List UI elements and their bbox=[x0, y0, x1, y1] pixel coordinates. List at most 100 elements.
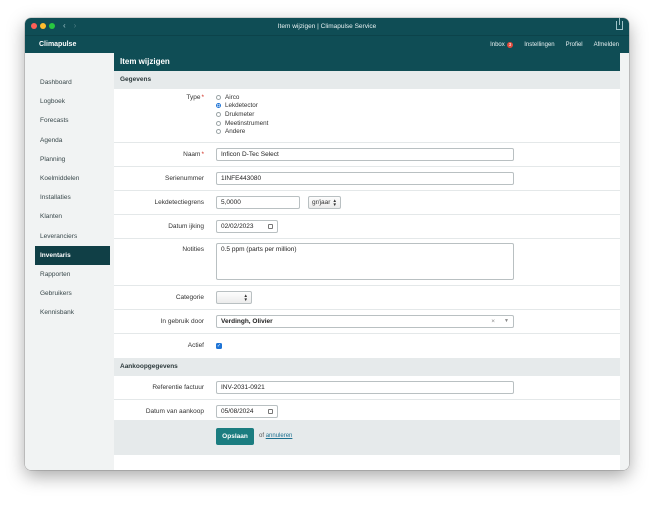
nav-inbox[interactable]: Inbox 3 bbox=[490, 41, 514, 48]
option-label: Airco bbox=[225, 93, 240, 101]
type-option-meetinstrument[interactable]: Meetinstrument bbox=[216, 119, 268, 128]
threshold-unit-select[interactable]: gr/jaar ▲ ▼ bbox=[308, 196, 341, 209]
calendar-icon[interactable] bbox=[268, 224, 273, 229]
threshold-label: Lekdetectiegrens bbox=[154, 199, 204, 206]
calibration-date-row: Datum ijking 02/02/2023 bbox=[114, 215, 620, 239]
sidebar-item-agenda[interactable]: Agenda bbox=[35, 131, 110, 150]
close-window-button[interactable] bbox=[31, 23, 37, 29]
app-logo[interactable]: Climapulse bbox=[39, 41, 76, 48]
nav-logout[interactable]: Afmelden bbox=[594, 42, 619, 48]
calibration-date-input[interactable]: 02/02/2023 bbox=[216, 220, 278, 233]
radio-button[interactable] bbox=[216, 129, 221, 135]
type-option-airco[interactable]: Airco bbox=[216, 93, 268, 102]
cancel-link[interactable]: annuleren bbox=[266, 433, 293, 439]
serial-row: Serienummer 1INFE443080 bbox=[114, 167, 620, 191]
chevron-down-icon[interactable]: ▼ bbox=[504, 316, 509, 327]
notes-row: Notities 0.5 ppm (parts per million) bbox=[114, 239, 620, 286]
name-input[interactable]: Inficon D-Tec Select bbox=[216, 148, 514, 161]
in-use-by-select[interactable]: Verdingh, Olivier × ▼ bbox=[216, 315, 514, 328]
select-arrows-icon: ▲ ▼ bbox=[243, 293, 248, 302]
required-marker: * bbox=[201, 94, 204, 101]
notes-label: Notities bbox=[182, 246, 204, 253]
forward-arrow-icon[interactable]: › bbox=[74, 21, 77, 30]
calibration-date-label: Datum ijking bbox=[168, 223, 204, 230]
invoice-ref-input[interactable]: INV-2031-0921 bbox=[216, 381, 514, 394]
notes-textarea[interactable]: 0.5 ppm (parts per million) bbox=[216, 243, 514, 280]
active-checkbox[interactable]: ✓ bbox=[216, 343, 222, 349]
option-label: Lekdetector bbox=[225, 102, 258, 110]
type-option-drukmeter[interactable]: Drukmeter bbox=[216, 110, 268, 119]
nav-inbox-label: Inbox bbox=[490, 41, 505, 48]
app-window: ‹ › Item wijzigen | Climapulse Service C… bbox=[25, 18, 629, 470]
purchase-date-input[interactable]: 05/08/2024 bbox=[216, 405, 278, 418]
sidebar-item-logboek[interactable]: Logboek bbox=[35, 92, 110, 111]
section-header-purchase: Aankoopgegevens bbox=[114, 358, 620, 376]
minimize-window-button[interactable] bbox=[40, 23, 46, 29]
threshold-unit-value: gr/jaar bbox=[312, 199, 331, 206]
window-controls bbox=[31, 23, 55, 29]
page-title: Item wijzigen bbox=[114, 53, 620, 71]
invoice-ref-row: Referentie factuur INV-2031-0921 bbox=[114, 376, 620, 400]
select-arrows-icon: ▲ ▼ bbox=[332, 198, 337, 207]
required-marker: * bbox=[201, 151, 204, 158]
window-title: Item wijzigen | Climapulse Service bbox=[277, 23, 377, 30]
category-label: Categorie bbox=[175, 294, 204, 301]
serial-input[interactable]: 1INFE443080 bbox=[216, 172, 514, 185]
nav-profile[interactable]: Profiel bbox=[566, 42, 583, 48]
back-arrow-icon[interactable]: ‹ bbox=[63, 21, 66, 30]
zoom-window-button[interactable] bbox=[49, 23, 55, 29]
sidebar-item-installaties[interactable]: Installaties bbox=[35, 188, 110, 207]
sidebar-item-dashboard[interactable]: Dashboard bbox=[35, 73, 110, 92]
in-use-by-label: In gebruik door bbox=[160, 318, 204, 325]
radio-button[interactable] bbox=[216, 94, 221, 100]
serial-label: Serienummer bbox=[164, 175, 204, 182]
option-label: Drukmeter bbox=[225, 110, 255, 118]
clear-icon[interactable]: × bbox=[491, 316, 495, 327]
type-option-andere[interactable]: Andere bbox=[216, 127, 268, 136]
type-label: Type* bbox=[186, 94, 204, 101]
cancel-prefix: of bbox=[259, 433, 265, 439]
inbox-count-badge: 3 bbox=[506, 41, 514, 48]
save-button[interactable]: Opslaan bbox=[216, 428, 254, 445]
sidebar: Dashboard Logboek Forecasts Agenda Plann… bbox=[35, 73, 110, 322]
purchase-date-value: 05/08/2024 bbox=[221, 408, 254, 415]
name-row: Naam* Inficon D-Tec Select bbox=[114, 143, 620, 167]
type-radio-group: Airco Lekdetector Drukmeter Meetinstrume… bbox=[216, 93, 268, 136]
active-label: Actief bbox=[187, 342, 204, 349]
top-nav: Inbox 3 Instellingen Profiel Afmelden bbox=[490, 41, 619, 48]
sidebar-item-planning[interactable]: Planning bbox=[35, 150, 110, 169]
category-row: Categorie ▲ ▼ bbox=[114, 286, 620, 310]
sidebar-item-klanten[interactable]: Klanten bbox=[35, 207, 110, 226]
sidebar-item-forecasts[interactable]: Forecasts bbox=[35, 111, 110, 130]
radio-button[interactable] bbox=[216, 111, 221, 117]
main-panel: Item wijzigen Gegevens Type* Airco Lekde… bbox=[114, 53, 620, 470]
share-icon[interactable] bbox=[616, 18, 623, 30]
nav-settings[interactable]: Instellingen bbox=[524, 42, 554, 48]
app-header: Climapulse Inbox 3 Instellingen Profiel A… bbox=[25, 35, 629, 53]
cancel-link-wrapper: of annuleren bbox=[259, 433, 292, 439]
type-row: Type* Airco Lekdetector Drukmeter Meetin… bbox=[114, 89, 620, 143]
option-label: Andere bbox=[225, 128, 246, 136]
form-actions: Opslaan of annuleren bbox=[114, 420, 620, 455]
category-select[interactable]: ▲ ▼ bbox=[216, 291, 252, 304]
threshold-input[interactable]: 5,0000 bbox=[216, 196, 300, 209]
sidebar-item-rapporten[interactable]: Rapporten bbox=[35, 265, 110, 284]
sidebar-item-gebruikers[interactable]: Gebruikers bbox=[35, 284, 110, 303]
radio-button[interactable] bbox=[216, 120, 221, 126]
history-nav: ‹ › bbox=[63, 21, 76, 30]
in-use-by-row: In gebruik door Verdingh, Olivier × ▼ bbox=[114, 310, 620, 334]
calibration-date-value: 02/02/2023 bbox=[221, 223, 254, 230]
section-header-details: Gegevens bbox=[114, 71, 620, 89]
purchase-date-label: Datum van aankoop bbox=[145, 408, 204, 415]
name-label: Naam* bbox=[183, 151, 204, 158]
in-use-by-value: Verdingh, Olivier bbox=[221, 318, 273, 325]
sidebar-item-kennisbank[interactable]: Kennisbank bbox=[35, 303, 110, 322]
sidebar-item-koelmiddelen[interactable]: Koelmiddelen bbox=[35, 169, 110, 188]
sidebar-item-inventaris[interactable]: Inventaris bbox=[35, 245, 110, 265]
radio-button-selected[interactable] bbox=[216, 103, 221, 109]
type-option-lekdetector[interactable]: Lekdetector bbox=[216, 102, 268, 111]
calendar-icon[interactable] bbox=[268, 409, 273, 414]
invoice-ref-label: Referentie factuur bbox=[152, 384, 204, 391]
sidebar-item-leveranciers[interactable]: Leveranciers bbox=[35, 227, 110, 246]
content-area: Dashboard Logboek Forecasts Agenda Plann… bbox=[25, 53, 629, 470]
